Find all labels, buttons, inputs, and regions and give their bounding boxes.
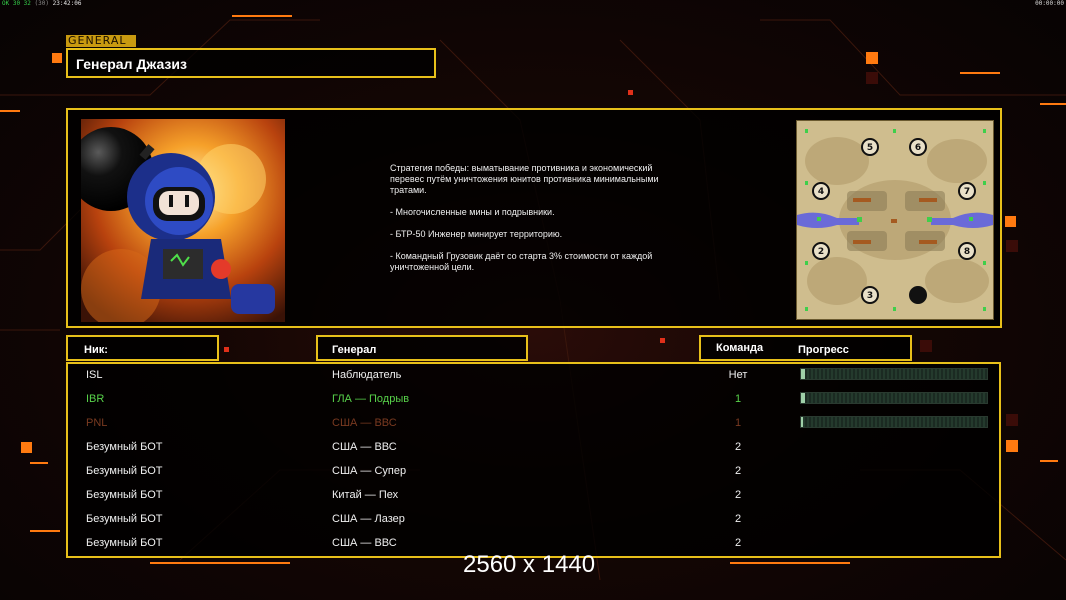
load-progress-fill bbox=[801, 393, 805, 403]
general-info-panel: Стратегия победы: выматывание противника… bbox=[66, 108, 1002, 328]
map-slot-label: 3 bbox=[867, 291, 873, 301]
player-row[interactable]: ISL Наблюдатель Нет bbox=[68, 364, 999, 388]
player-nick: PNL bbox=[86, 417, 108, 429]
column-header-general: Генерал bbox=[316, 335, 528, 361]
load-progress-fill bbox=[801, 417, 803, 427]
player-general[interactable]: Китай — Пех bbox=[332, 489, 398, 501]
load-progress-bar bbox=[800, 392, 988, 404]
player-team[interactable]: 2 bbox=[718, 441, 758, 453]
map-slot-label: 2 bbox=[818, 247, 824, 257]
map-slot-label: 4 bbox=[818, 187, 824, 197]
clock: 23:42:06 bbox=[52, 0, 82, 7]
player-team[interactable]: Нет bbox=[718, 369, 758, 381]
status-bar: OK 30 32 (30) 23:42:06 00:00:00 bbox=[0, 0, 1066, 8]
load-progress-fill bbox=[801, 369, 805, 379]
map-slot-label: 8 bbox=[964, 247, 970, 257]
general-portrait bbox=[81, 119, 285, 322]
player-team[interactable]: 2 bbox=[718, 537, 758, 549]
player-row[interactable]: PNL США — ВВС 1 bbox=[68, 412, 999, 436]
player-nick: Безумный БОТ bbox=[86, 489, 163, 501]
player-nick: Безумный БОТ bbox=[86, 537, 163, 549]
column-header-team-progress: Команда Прогресс bbox=[699, 335, 912, 361]
player-nick: IBR bbox=[86, 393, 105, 405]
player-general[interactable]: Наблюдатель bbox=[332, 369, 401, 381]
load-progress-bar bbox=[800, 416, 988, 428]
column-label-general: Генерал bbox=[332, 344, 377, 356]
player-general[interactable]: США — ВВС bbox=[332, 441, 397, 453]
player-general[interactable]: США — ВВС bbox=[332, 537, 397, 549]
player-row[interactable]: Безумный БОТ США — Лазер 2 bbox=[68, 508, 999, 532]
column-label-team: Команда bbox=[716, 342, 764, 354]
map-slot-label: 5 bbox=[867, 143, 873, 153]
player-team[interactable]: 2 bbox=[718, 489, 758, 501]
description-line: - Многочисленные мины и подрывники. bbox=[390, 207, 555, 217]
player-team[interactable]: 2 bbox=[718, 513, 758, 525]
load-progress-bar bbox=[800, 368, 988, 380]
map-preview: 5 6 4 7 2 8 3 bbox=[796, 120, 994, 320]
player-team[interactable]: 1 bbox=[718, 417, 758, 429]
player-row[interactable]: IBR ГЛА — Подрыв 1 bbox=[68, 388, 999, 412]
column-label-nick: Ник: bbox=[84, 344, 108, 356]
player-row[interactable]: Безумный БОТ США — Супер 2 bbox=[68, 460, 999, 484]
game-timer: 00:00:00 bbox=[1035, 0, 1064, 7]
player-general[interactable]: США — ВВС bbox=[332, 417, 397, 429]
player-nick: Безумный БОТ bbox=[86, 441, 163, 453]
player-nick: Безумный БОТ bbox=[86, 465, 163, 477]
description-line: Стратегия победы: выматывание противника… bbox=[390, 163, 659, 195]
column-label-progress: Прогресс bbox=[798, 344, 849, 356]
general-title-box: Генерал Джазиз bbox=[66, 48, 436, 78]
general-title: Генерал Джазиз bbox=[76, 56, 187, 72]
section-tag: GENERAL bbox=[66, 35, 136, 47]
player-team[interactable]: 1 bbox=[718, 393, 758, 405]
player-team[interactable]: 2 bbox=[718, 465, 758, 477]
general-description: Стратегия победы: выматывание противника… bbox=[390, 163, 710, 284]
player-row[interactable]: Безумный БОТ Китай — Пех 2 bbox=[68, 484, 999, 508]
resolution-label: 2560 x 1440 bbox=[463, 551, 596, 578]
player-general[interactable]: ГЛА — Подрыв bbox=[332, 393, 409, 405]
description-line: - БТР-50 Инженер минирует территорию. bbox=[390, 229, 563, 239]
fps-dim: (30) bbox=[34, 0, 49, 7]
fps-counter: OK 30 32 bbox=[2, 0, 31, 7]
player-general[interactable]: США — Лазер bbox=[332, 513, 405, 525]
player-nick: ISL bbox=[86, 369, 103, 381]
map-slot-label: 7 bbox=[964, 187, 970, 197]
player-nick: Безумный БОТ bbox=[86, 513, 163, 525]
player-row[interactable]: Безумный БОТ США — ВВС 2 bbox=[68, 436, 999, 460]
description-line: - Командный Грузовик даёт со старта 3% с… bbox=[390, 251, 653, 272]
player-list: ISL Наблюдатель Нет IBR ГЛА — Подрыв 1 PNL США … bbox=[66, 362, 1001, 558]
column-header-nick: Ник: bbox=[66, 335, 219, 361]
map-slot-label: 6 bbox=[915, 143, 921, 153]
player-general[interactable]: США — Супер bbox=[332, 465, 406, 477]
